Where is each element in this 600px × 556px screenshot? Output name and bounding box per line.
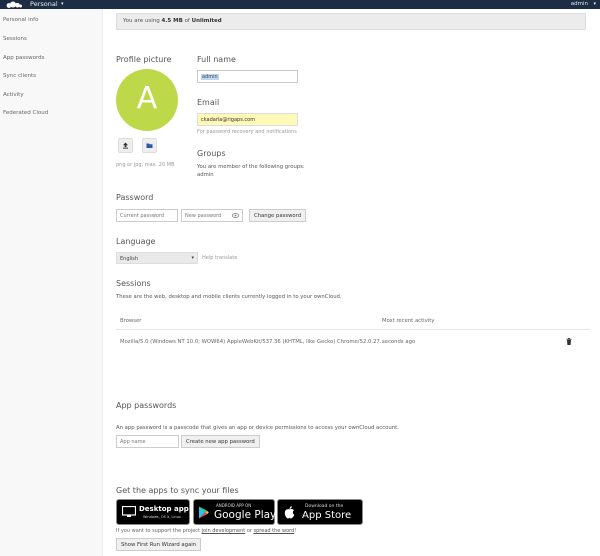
sidebar-item-sync-clients[interactable]: Sync clients — [3, 73, 36, 79]
google-play-badge[interactable]: ANDROID APP ON Google Play — [193, 499, 277, 525]
sidebar-item-app-passwords[interactable]: App passwords — [3, 55, 44, 61]
groups-value: admin — [197, 172, 214, 178]
desktop-monitor-icon — [122, 506, 136, 517]
desktop-app-platforms: Windows, OS X, Linux — [143, 515, 181, 519]
groups-heading: Groups — [197, 149, 226, 158]
chevron-down-icon[interactable]: ▾ — [61, 0, 64, 9]
current-password-input[interactable]: Current password — [116, 209, 178, 222]
quota-used: 4.5 MB — [161, 18, 183, 24]
language-heading: Language — [116, 237, 156, 246]
main-content: You are using 4.5 MB of Unlimited Profil… — [104, 9, 600, 556]
folder-icon — [146, 143, 153, 148]
password-heading: Password — [116, 193, 154, 202]
first-run-wizard-button[interactable]: Show First Run Wizard again — [116, 538, 202, 551]
apple-icon — [284, 506, 295, 519]
eye-icon[interactable] — [232, 213, 239, 218]
email-hint: For password recovery and notifications — [197, 129, 297, 135]
full-name-input[interactable]: admin — [197, 70, 298, 83]
settings-sidebar: Personal info Sessions App passwords Syn… — [0, 9, 103, 556]
google-play-label: Google Play — [214, 509, 277, 521]
profile-picture-heading: Profile picture — [116, 55, 172, 64]
spread-the-word-link[interactable]: spread the word — [254, 528, 295, 534]
upload-avatar-button[interactable] — [118, 138, 133, 153]
column-header-recent-activity: Most recent activity — [382, 318, 435, 324]
chevron-down-icon: ▾ — [191, 255, 194, 261]
app-menu-title[interactable]: Personal — [30, 0, 58, 9]
top-header: Personal ▾ admin ▾ — [0, 0, 600, 9]
app-store-badge[interactable]: Download on the App Store — [277, 499, 363, 525]
sidebar-item-federated-cloud[interactable]: Federated Cloud — [3, 110, 48, 116]
avatar-hint: png or jpg, max. 20 MB — [116, 162, 175, 168]
owncloud-logo-icon[interactable] — [5, 1, 23, 8]
quota-total: Unlimited — [191, 18, 222, 24]
session-activity: seconds ago — [382, 339, 416, 345]
trash-icon[interactable] — [566, 338, 572, 345]
quota-bar: You are using 4.5 MB of Unlimited — [116, 13, 586, 30]
email-heading: Email — [197, 98, 220, 107]
column-header-browser: Browser — [120, 318, 142, 324]
avatar-letter: A — [136, 81, 158, 116]
select-avatar-from-files-button[interactable] — [142, 138, 157, 153]
change-password-button[interactable]: Change password — [249, 209, 307, 222]
sessions-description: These are the web, desktop and mobile cl… — [116, 294, 342, 300]
sessions-heading: Sessions — [116, 279, 151, 288]
new-password-input[interactable]: New password — [181, 209, 243, 222]
join-development-link[interactable]: join development — [202, 528, 246, 534]
app-passwords-heading: App passwords — [116, 401, 177, 410]
avatar: A — [116, 69, 178, 131]
sidebar-item-sessions[interactable]: Sessions — [3, 36, 27, 42]
help-translate-link[interactable]: Help translate — [202, 255, 237, 261]
groups-text: You are member of the following groups: — [197, 164, 305, 170]
desktop-app-label: Desktop app — [139, 505, 189, 513]
session-browser: Mozilla/5.0 (Windows NT 10.0; WOW64) App… — [120, 339, 385, 345]
upload-icon — [123, 142, 128, 149]
user-menu[interactable]: admin — [571, 0, 588, 9]
full-name-heading: Full name — [197, 55, 236, 64]
sidebar-item-personal-info[interactable]: Personal info — [3, 17, 38, 23]
desktop-app-badge[interactable]: Desktop app Windows, OS X, Linux — [116, 499, 190, 525]
chevron-down-icon[interactable]: ▾ — [593, 0, 596, 9]
create-app-password-button[interactable]: Create new app password — [181, 435, 260, 448]
table-divider — [116, 329, 590, 330]
email-input[interactable]: ckadarla@rigaps.com — [197, 113, 298, 126]
app-name-input[interactable]: App name — [116, 435, 179, 448]
google-play-icon — [199, 506, 209, 519]
sync-apps-heading: Get the apps to sync your files — [116, 486, 239, 495]
app-passwords-description: An app password is a passcode that gives… — [116, 425, 399, 431]
sidebar-item-activity[interactable]: Activity — [3, 92, 24, 98]
support-text: If you want to support the project join … — [116, 528, 297, 534]
quota-text: You are using 4.5 MB of Unlimited — [123, 18, 222, 24]
app-store-label: App Store — [302, 510, 352, 521]
language-select[interactable]: English ▾ — [116, 252, 198, 264]
download-on-text: Download on the — [305, 504, 344, 509]
android-app-on-text: ANDROID APP ON — [216, 503, 252, 508]
